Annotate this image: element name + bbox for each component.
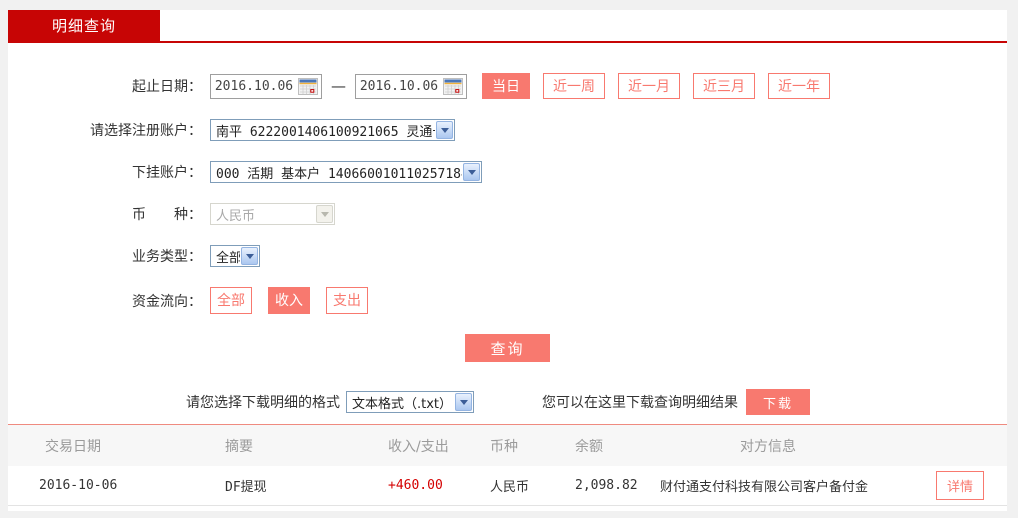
chevron-down-icon [316, 205, 333, 223]
chevron-down-icon[interactable] [463, 163, 480, 181]
register-account-value: 南平 6222001406100921065 灵通卡 [211, 121, 435, 140]
chevron-down-icon[interactable] [455, 393, 472, 411]
cell-summary: DF提现 [203, 476, 358, 495]
register-account-row: 请选择注册账户： 南平 6222001406100921065 灵通卡 [8, 119, 1007, 141]
business-type-label: 业务类型： [8, 246, 210, 266]
currency-select: 人民币 [210, 203, 335, 225]
header-date: 交易日期 [8, 436, 203, 456]
date-range-separator: — [331, 77, 346, 95]
fund-flow-row: 资金流向： 全部 收入 支出 [8, 287, 1007, 314]
results-table: 交易日期 摘要 收入/支出 币种 余额 对方信息 2016-10-06 DF提现… [8, 424, 1007, 506]
sub-account-label: 下挂账户： [8, 162, 210, 182]
sub-account-row: 下挂账户： 000 活期 基本户 1406600101102571848 [8, 161, 1007, 183]
date-range-row: 起止日期： 2016.10.06 — 2016.10.06 [8, 73, 1007, 99]
query-form: 起止日期： 2016.10.06 — 2016.10.06 [8, 43, 1007, 415]
end-date-input[interactable]: 2016.10.06 [355, 74, 467, 99]
calendar-icon[interactable] [442, 76, 464, 97]
fund-flow-expense-button[interactable]: 支出 [326, 287, 368, 314]
quick-range-year-button[interactable]: 近一年 [768, 73, 830, 99]
business-type-select[interactable]: 全部 [210, 245, 260, 267]
cell-amount: +460.00 [358, 478, 473, 493]
quick-range-week-button[interactable]: 近一周 [543, 73, 605, 99]
cell-balance: 2,098.82 [558, 478, 658, 493]
download-format-label: 请您选择下载明细的格式 [186, 392, 340, 412]
download-button[interactable]: 下载 [746, 389, 810, 415]
cell-currency: 人民币 [473, 476, 558, 495]
download-format-value: 文本格式（.txt） [347, 393, 454, 412]
date-range-label: 起止日期： [8, 76, 210, 96]
business-type-value: 全部 [211, 247, 240, 266]
cell-actions: 详情 [928, 471, 1007, 500]
business-type-row: 业务类型： 全部 [8, 245, 1007, 267]
download-row: 请您选择下载明细的格式 文本格式（.txt） 您可以在这里下载查询明细结果 下载 [8, 389, 1007, 415]
calendar-icon[interactable] [297, 76, 319, 97]
table-row: 2016-10-06 DF提现 +460.00 人民币 2,098.82 财付通… [8, 466, 1007, 506]
quick-range-month-button[interactable]: 近一月 [618, 73, 680, 99]
header-counterparty: 对方信息 [658, 436, 928, 456]
chevron-down-icon[interactable] [241, 247, 258, 265]
tab-bar: 明细查询 [8, 10, 1007, 43]
table-header-row: 交易日期 摘要 收入/支出 币种 余额 对方信息 [8, 424, 1007, 466]
currency-label: 币 种： [8, 204, 210, 224]
chevron-down-icon[interactable] [436, 121, 453, 139]
download-format-select[interactable]: 文本格式（.txt） [346, 391, 474, 413]
detail-query-panel: 明细查询 起止日期： 2016.10.06 — 2016 [8, 10, 1007, 511]
currency-value: 人民币 [211, 205, 315, 224]
detail-button[interactable]: 详情 [936, 471, 984, 500]
register-account-label: 请选择注册账户： [8, 120, 210, 140]
fund-flow-income-button[interactable]: 收入 [268, 287, 310, 314]
start-date-value: 2016.10.06 [211, 79, 297, 94]
cell-date: 2016-10-06 [8, 478, 203, 493]
header-amount: 收入/支出 [358, 436, 473, 456]
currency-row: 币 种： 人民币 [8, 203, 1007, 225]
end-date-value: 2016.10.06 [356, 79, 442, 94]
start-date-input[interactable]: 2016.10.06 [210, 74, 322, 99]
sub-account-value: 000 活期 基本户 1406600101102571848 [211, 163, 462, 182]
quick-range-today-button[interactable]: 当日 [482, 73, 530, 99]
download-hint: 您可以在这里下载查询明细结果 [542, 392, 738, 412]
header-currency: 币种 [473, 436, 558, 456]
tab-detail-query[interactable]: 明细查询 [8, 10, 160, 43]
fund-flow-label: 资金流向： [8, 291, 210, 311]
register-account-select[interactable]: 南平 6222001406100921065 灵通卡 [210, 119, 455, 141]
query-button[interactable]: 查询 [465, 334, 550, 362]
fund-flow-all-button[interactable]: 全部 [210, 287, 252, 314]
quick-range-3months-button[interactable]: 近三月 [693, 73, 755, 99]
sub-account-select[interactable]: 000 活期 基本户 1406600101102571848 [210, 161, 482, 183]
header-summary: 摘要 [203, 436, 358, 456]
header-balance: 余额 [558, 436, 658, 456]
cell-counterparty: 财付通支付科技有限公司客户备付金 [658, 476, 928, 495]
